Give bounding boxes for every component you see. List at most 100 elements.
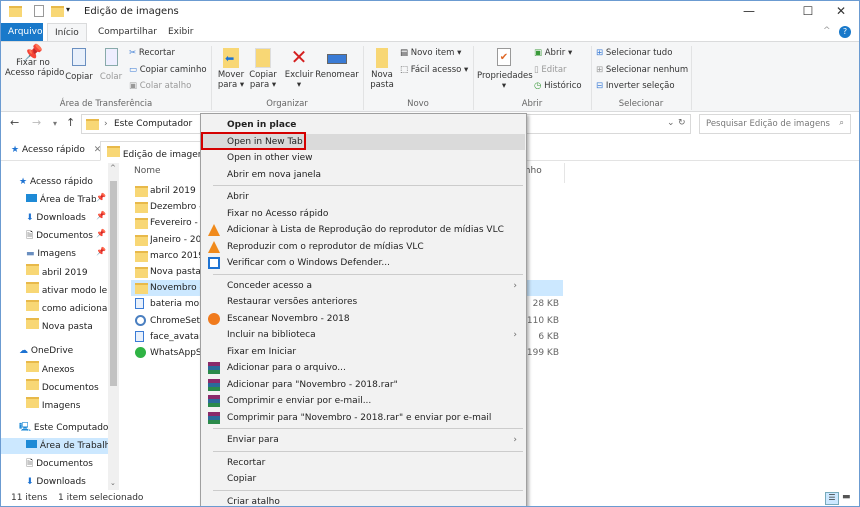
tab-edicao-de-imagens[interactable]: Edição de imagens — [100, 141, 216, 161]
menu-item-restaurar-versões-anteriores[interactable]: Restaurar versões anteriores — [202, 294, 525, 310]
move-to-button[interactable]: ⬅ Mover para ▾ — [215, 48, 247, 90]
recent-locations-button[interactable]: ▾ — [53, 119, 57, 128]
menu-item-recortar[interactable]: Recortar — [202, 455, 525, 471]
menu-item-comprimir-para-novembro-2018-rar-e-enviar-por-e-mail[interactable]: Comprimir para "Novembro - 2018.rar" e e… — [202, 410, 525, 426]
menu-item-fixar-no-acesso-rápido[interactable]: Fixar no Acesso rápido — [202, 206, 525, 222]
invert-selection-button[interactable]: ⊟ Inverter seleção — [596, 81, 675, 91]
file-name: Nova pasta — [150, 267, 200, 277]
details-view-button[interactable]: ☰ — [825, 492, 839, 505]
help-icon[interactable]: ? — [839, 26, 851, 38]
nav-item-documentos[interactable]: 🗎 Documentos — [26, 228, 96, 244]
nav-item-imagens[interactable]: ▬ Imagens — [26, 246, 96, 262]
new-item-button[interactable]: ▤ Novo item ▾ — [400, 48, 461, 58]
address-dropdown-icon[interactable]: ⌄ — [667, 118, 675, 128]
history-icon: ◷ — [534, 81, 542, 91]
refresh-icon[interactable]: ↻ — [678, 118, 686, 128]
customize-toolbar-icon[interactable]: ▾ — [66, 5, 70, 14]
collapse-ribbon-icon[interactable]: ^ — [823, 26, 831, 36]
nav-item-area-de-trabalho[interactable]: Área de Trabalho — [26, 192, 96, 208]
chrome-setup-icon — [135, 314, 146, 326]
menu-item-reproduzir-com-o-reprodutor-de-mídias-vlc[interactable]: Reproduzir com o reprodutor de mídias VL… — [202, 239, 525, 255]
menu-item-comprimir-e-enviar-por-e-mail[interactable]: Comprimir e enviar por e-mail... — [202, 393, 525, 409]
tab-arquivo[interactable]: Arquivo — [1, 23, 43, 41]
minimize-button[interactable]: — — [734, 4, 764, 18]
search-icon: ⌕ — [839, 118, 844, 128]
copy-path-icon: ▭ — [129, 65, 138, 75]
column-header-name[interactable]: Nome — [134, 166, 161, 176]
back-button[interactable]: ← — [10, 116, 19, 129]
menu-item-adicionar-à-lista-de-reprodução-do-reprodutor-de-mídias-vlc[interactable]: Adicionar à Lista de Reprodução do repro… — [202, 222, 525, 238]
search-input[interactable]: Pesquisar Edição de imagens ⌕ — [699, 114, 851, 134]
menu-item-adicionar-para-novembro-2018-rar[interactable]: Adicionar para "Novembro - 2018.rar" — [202, 377, 525, 393]
tab-compartilhar[interactable]: Compartilhar — [91, 23, 164, 41]
desktop-icon — [26, 194, 37, 202]
menu-item-copiar[interactable]: Copiar — [202, 471, 525, 487]
open-button[interactable]: ▣ Abrir ▾ — [534, 48, 572, 58]
menu-item-incluir-na-biblioteca[interactable]: Incluir na biblioteca › — [202, 327, 525, 343]
desktop-icon — [26, 440, 37, 448]
properties-quick-icon[interactable] — [34, 5, 44, 17]
menu-item-abrir[interactable]: Abrir — [202, 189, 525, 205]
scroll-up-icon[interactable]: ^ — [110, 164, 116, 172]
forward-button[interactable]: → — [32, 116, 41, 129]
menu-item-adicionar-para-o-arquivo[interactable]: Adicionar para o arquivo... — [202, 360, 525, 376]
menu-item-label: Escanear Novembro - 2018 — [227, 313, 350, 324]
close-button[interactable]: ✕ — [826, 4, 856, 18]
delete-button[interactable]: ✕ Excluir ▾ — [283, 46, 315, 90]
pin-quick-access-button[interactable]: 📌 Fixar no Acesso rápido — [5, 45, 64, 79]
nav-item-como-adicionar[interactable]: como adicionar — [26, 300, 108, 316]
nav-item-nova-pasta[interactable]: Nova pasta — [26, 318, 108, 334]
nav-item-anexos[interactable]: Anexos — [26, 361, 108, 377]
new-item-icon: ▤ — [400, 48, 409, 58]
menu-item-verificar-com-o-windows-defender[interactable]: Verificar com o Windows Defender... — [202, 255, 525, 271]
nav-item-pc-documentos[interactable]: 🗎 Documentos — [26, 456, 108, 472]
paste-shortcut-button[interactable]: ▣ Colar atalho — [129, 81, 191, 91]
nav-item-onedrive-imagens[interactable]: Imagens — [26, 397, 108, 413]
tab-inicio[interactable]: Início — [47, 23, 87, 41]
file-icon — [135, 298, 144, 310]
up-button[interactable]: ↑ — [66, 116, 75, 129]
properties-button[interactable]: ✔ Propriedades ▾ — [477, 48, 533, 91]
nav-item-abril-2019[interactable]: abril 2019 — [26, 264, 108, 280]
menu-separator — [213, 450, 523, 452]
copy-path-button[interactable]: ▭ Copiar caminho — [129, 65, 207, 75]
history-button[interactable]: ◷ Histórico — [534, 81, 582, 91]
menu-item-enviar-para[interactable]: Enviar para › — [202, 432, 525, 448]
tab-exibir[interactable]: Exibir — [161, 23, 200, 41]
scroll-down-icon[interactable]: ⌄ — [110, 479, 116, 487]
menu-item-escanear-novembro-2018[interactable]: Escanear Novembro - 2018 — [202, 311, 525, 327]
rename-button[interactable]: Renomear — [315, 48, 359, 80]
menu-item-label: Verificar com o Windows Defender... — [227, 258, 390, 268]
paste-button[interactable]: Colar — [97, 48, 125, 82]
select-all-button[interactable]: ⊞ Selecionar tudo — [596, 48, 672, 58]
folder-icon — [135, 186, 148, 197]
nav-item-area-de-trabalho-pc[interactable]: Área de Trabalho — [1, 438, 108, 454]
copy-button[interactable]: Copiar — [63, 48, 95, 82]
breadcrumb-este-computador[interactable]: Este Computador — [114, 119, 192, 129]
maximize-button[interactable]: ☐ — [793, 4, 823, 18]
menu-item-conceder-acesso-a[interactable]: Conceder acesso a › — [202, 278, 525, 294]
edit-icon: ▯ — [534, 65, 539, 75]
new-folder-button[interactable]: Nova pasta — [367, 48, 397, 90]
cut-button[interactable]: ✂ Recortar — [129, 48, 175, 58]
menu-item-open-in-place[interactable]: Open in place — [202, 117, 525, 133]
nav-item-ativar-modo-leitura[interactable]: ativar modo leitura — [26, 282, 108, 298]
easy-access-button[interactable]: ⬚ Fácil acesso ▾ — [400, 65, 468, 75]
menu-item-criar-atalho[interactable]: Criar atalho — [202, 494, 525, 507]
nav-item-este-computador[interactable]: 🖳 Este Computador — [19, 420, 108, 436]
menu-item-open-in-other-view[interactable]: Open in other view — [202, 150, 525, 166]
tab-acesso-rapido[interactable]: ★ Acesso rápido ✕ — [5, 141, 107, 161]
select-none-button[interactable]: ⊞ Selecionar nenhum — [596, 65, 688, 75]
nav-item-downloads[interactable]: ⬇ Downloads — [26, 210, 96, 226]
large-icons-view-button[interactable]: ▬ — [842, 492, 851, 502]
menu-item-abrir-em-nova-janela[interactable]: Abrir em nova janela — [202, 167, 525, 183]
menu-item-fixar-em-iniciar[interactable]: Fixar em Iniciar — [202, 344, 525, 360]
new-folder-quick-icon[interactable] — [51, 6, 64, 17]
nav-item-onedrive-documentos[interactable]: Documentos — [26, 379, 108, 395]
nav-item-onedrive[interactable]: ☁ OneDrive — [19, 343, 107, 359]
nav-scrollbar-thumb[interactable] — [110, 181, 117, 386]
nav-item-acesso-rapido[interactable]: ★ Acesso rápido — [19, 174, 107, 190]
copy-to-button[interactable]: Copiar para ▾ — [247, 48, 279, 90]
edit-button[interactable]: ▯ Editar — [534, 65, 567, 75]
nav-item-pc-downloads[interactable]: ⬇ Downloads — [26, 474, 108, 490]
